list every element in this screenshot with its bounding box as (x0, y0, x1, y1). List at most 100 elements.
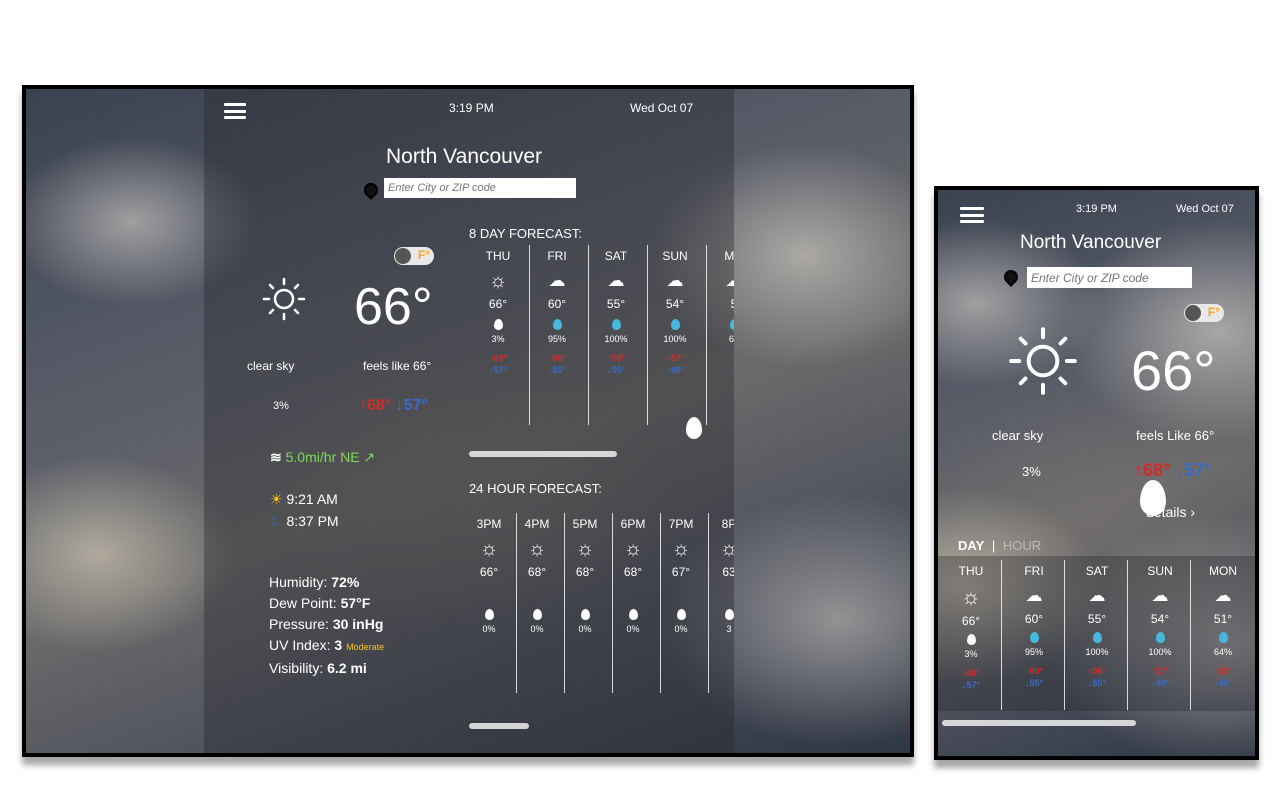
hour-card[interactable]: 4PM ☼ 68° 0% (513, 517, 561, 634)
tablet-screenshot: 3:19 PM Wed Oct 07 North Vancouver F° 66… (22, 85, 914, 757)
feels-like-text: feels Like 66° (1136, 428, 1215, 443)
day-card[interactable]: FRI ☁ 60° 95% ↑60° ↓55° (1005, 564, 1063, 689)
low-temp: ↓57° (395, 397, 428, 414)
sun-icon: ☼ (488, 270, 508, 292)
sun-icon: ☼ (671, 538, 691, 560)
uv-index-stat: UV Index: 3 Moderate (269, 637, 385, 653)
wind-row: ≋ 5.0mi/hr NE ↗ (270, 449, 375, 466)
unit-toggle[interactable]: F° (1184, 304, 1224, 322)
menu-icon[interactable] (224, 103, 246, 119)
condition-text: clear sky (247, 359, 295, 373)
hour-card[interactable]: 6PM ☼ 68° 0% (609, 517, 657, 634)
sun-icon: ☼ (479, 538, 499, 560)
rain-cloud-icon: ☁ (666, 271, 684, 290)
dew-point-stat: Dew Point: 57°F (269, 595, 371, 611)
view-tabs: DAY | HOUR (958, 538, 1042, 553)
hi-lo-temps: ↑68° ↓57° (1134, 460, 1211, 481)
condition-text: clear sky (992, 428, 1044, 443)
rain-cloud-icon: ☁ (705, 271, 735, 291)
sun-icon: ☼ (575, 538, 595, 560)
details-link[interactable]: details › (1146, 504, 1195, 520)
hour-card[interactable]: 7PM ☼ 67° 0% (657, 517, 705, 634)
drop-icon (484, 609, 494, 620)
high-temp: ↑68° (359, 397, 392, 414)
drop-icon (611, 319, 621, 330)
drop-icon (966, 634, 976, 645)
day-card[interactable]: SUN ☁ 54° 100% ↑57° ↓48° (646, 249, 704, 376)
rain-cloud-icon: ☁ (548, 271, 566, 290)
day-forecast-strip[interactable]: THU ☼ 66° 3% ↑68° ↓57° FRI ☁ 60° 95% ↑60°… (938, 556, 1255, 711)
current-temperature: 66° (354, 278, 433, 336)
city-search-input[interactable] (384, 178, 576, 198)
drop-icon (1218, 632, 1228, 643)
stats-list: Humidity: 72% Dew Point: 57°F Pressure: … (269, 572, 384, 679)
day-card[interactable]: SAT ☁ 55° 100% ↑56° ↓55° (587, 249, 645, 376)
drop-icon (676, 609, 686, 620)
sun-icon: ☼ (623, 538, 643, 560)
hour-forecast-strip[interactable]: 3PM ☼ 66° 0% 4PM ☼ 68° 0% 5PM ☼ 68° 0% 6… (469, 513, 734, 703)
drop-icon (1029, 632, 1039, 643)
day-forecast-scrollbar[interactable] (942, 720, 1136, 726)
hour-forecast-title: 24 HOUR FORECAST: (469, 481, 602, 496)
day-card[interactable]: SAT ☁ 55° 100% ↑56° ↓55° (1068, 564, 1126, 689)
drop-icon (1092, 632, 1102, 643)
day-forecast-scrollbar[interactable] (469, 451, 617, 457)
drop-icon (724, 609, 734, 620)
clock-time: 3:19 PM (449, 101, 494, 115)
day-card[interactable]: FRI ☁ 60° 95% ↑60° ↓55° (528, 249, 586, 376)
day-card[interactable]: THU ☼ 66° 3% ↑68° ↓57° (469, 249, 527, 376)
sun-icon: ☼ (705, 539, 734, 559)
rain-cloud-icon: ☁ (1088, 586, 1106, 605)
humidity-stat: Humidity: 72% (269, 574, 360, 590)
phone-screenshot: 3:19 PM Wed Oct 07 North Vancouver F° 66… (934, 186, 1259, 760)
precip-chance: 3% (273, 400, 289, 412)
drop-icon (580, 609, 590, 620)
city-title: North Vancouver (1020, 232, 1162, 253)
moon-icon: ☾ (270, 513, 283, 529)
unit-toggle[interactable]: F° (394, 247, 434, 265)
visibility-stat: Visibility: 6.2 mi (269, 660, 367, 676)
sunset-row: ☾ 8:37 PM (270, 513, 339, 530)
day-card[interactable]: MO ☁ 5 64 ↑5↓4 (705, 249, 734, 376)
sun-icon: ☼ (960, 584, 982, 609)
clock-time: 3:19 PM (1076, 203, 1117, 215)
drop-icon (493, 319, 503, 330)
tab-hour[interactable]: HOUR (1003, 538, 1041, 553)
sun-icon (262, 277, 306, 321)
day-forecast-strip[interactable]: THU ☼ 66° 3% ↑68° ↓57° FRI ☁ 60° 95% ↑60°… (469, 245, 734, 455)
sunrise-icon: ☀ (270, 491, 283, 507)
precip-chance: 3% (1022, 464, 1041, 479)
hour-card[interactable]: 3PM ☼ 66° 0% (469, 517, 513, 634)
drop-icon (628, 609, 638, 620)
day-card[interactable]: THU ☼ 66° 3% ↑68° ↓57° (942, 564, 1000, 691)
menu-icon[interactable] (960, 207, 984, 223)
hour-card[interactable]: 8P ☼ 63 3 (705, 517, 734, 634)
sunset-time: 8:37 PM (286, 513, 339, 529)
current-date: Wed Oct 07 (630, 101, 694, 115)
feels-like-text: feels like 66° (363, 359, 432, 373)
city-title: North Vancouver (386, 145, 543, 168)
current-date: Wed Oct 07 (1176, 203, 1234, 215)
day-card[interactable]: MON ☁ 51° 64% ↑55° ↓46° (1194, 564, 1252, 689)
location-pin-icon[interactable] (1001, 267, 1021, 287)
hi-lo-temps: ↑68° ↓57° (359, 397, 428, 415)
rain-cloud-icon: ☁ (1214, 586, 1232, 605)
sunrise-row: ☀ 9:21 AM (270, 491, 338, 508)
rain-cloud-icon: ☁ (1151, 586, 1169, 605)
city-search-input[interactable] (1027, 267, 1192, 288)
rain-cloud-icon: ☁ (607, 271, 625, 290)
drop-icon (1155, 632, 1165, 643)
day-card[interactable]: SUN ☁ 54° 100% ↑57° ↓48° (1131, 564, 1189, 689)
sun-icon (1009, 327, 1077, 395)
rain-cloud-icon: ☁ (1025, 586, 1043, 605)
drop-icon (532, 609, 542, 620)
wind-speed: 5.0mi/hr NE ↗ (285, 449, 376, 465)
hour-forecast-scrollbar[interactable] (469, 723, 529, 729)
drop-icon (552, 319, 562, 330)
drop-icon (670, 319, 680, 330)
hour-card[interactable]: 5PM ☼ 68° 0% (561, 517, 609, 634)
current-temperature: 66° (1131, 339, 1216, 402)
high-temp: ↑68° (1134, 460, 1171, 480)
day-forecast-title: 8 DAY FORECAST: (469, 226, 582, 241)
tab-day[interactable]: DAY (958, 538, 984, 553)
